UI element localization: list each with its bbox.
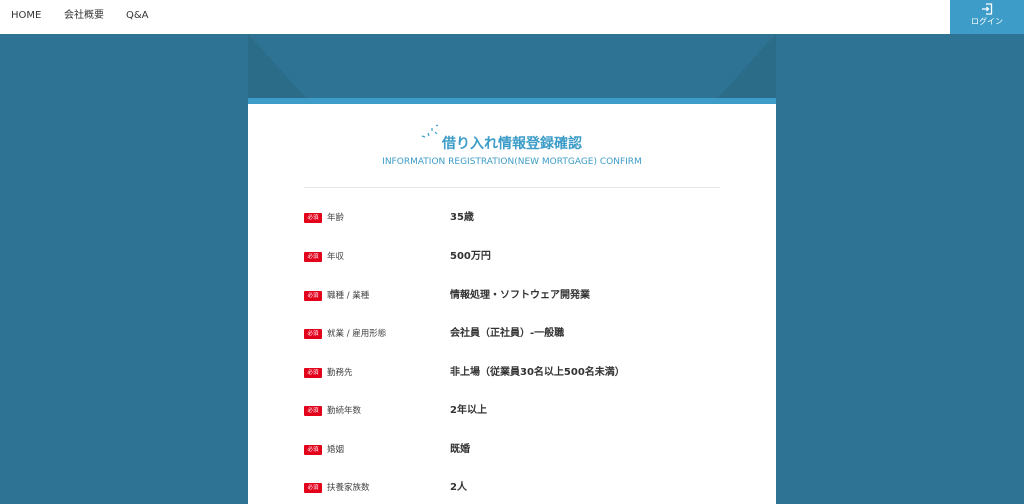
nav-home-link[interactable]: HOME <box>11 0 41 34</box>
field-value-marital: 既婚 <box>450 444 470 455</box>
field-label-tenure: 勤続年数 <box>327 406 362 416</box>
field-row-occupation: 必須 職種 / 業種 情報処理・ソフトウェア開発業 <box>304 289 720 305</box>
field-row-age: 必須 年齢 35歳 <box>304 211 720 227</box>
login-label: ログイン <box>971 17 1003 26</box>
field-label-marital: 婚姻 <box>327 445 345 455</box>
nav-qa-link[interactable]: Q&A <box>126 0 149 34</box>
confirmation-card: 借り入れ情報登録確認 INFORMATION REGISTRATION(NEW … <box>248 104 776 504</box>
nav-company-link[interactable]: 会社概要 <box>64 0 104 34</box>
field-label-employer: 勤務先 <box>327 368 353 378</box>
field-value-age: 35歳 <box>450 212 474 223</box>
field-value-tenure: 2年以上 <box>450 405 487 416</box>
required-badge: 必須 <box>304 445 322 455</box>
field-value-employment: 会社員（正社員）-一般職 <box>450 328 565 339</box>
field-value-occupation: 情報処理・ソフトウェア開発業 <box>450 290 590 301</box>
field-row-employer: 必須 勤務先 非上場（従業員30名以上500名未満） <box>304 366 720 382</box>
required-badge: 必須 <box>304 252 322 262</box>
required-badge: 必須 <box>304 213 322 223</box>
field-label-income: 年収 <box>327 252 345 262</box>
background-shape-left <box>248 34 308 100</box>
field-row-dependents: 必須 扶養家族数 2人 <box>304 481 720 497</box>
field-value-income: 500万円 <box>450 251 491 262</box>
required-badge: 必須 <box>304 368 322 378</box>
field-value-employer: 非上場（従業員30名以上500名未満） <box>450 367 625 378</box>
page-title: 借り入れ情報登録確認 <box>442 136 582 152</box>
field-label-employment: 就業 / 雇用形態 <box>327 329 387 339</box>
field-row-marital: 必須 婚姻 既婚 <box>304 443 720 459</box>
divider <box>304 187 720 188</box>
field-value-dependents: 2人 <box>450 482 467 493</box>
top-nav: HOME 会社概要 Q&A ログイン <box>0 0 1024 34</box>
login-button[interactable]: ログイン <box>950 0 1024 34</box>
page-subtitle: INFORMATION REGISTRATION(NEW MORTGAGE) C… <box>382 157 642 167</box>
required-badge: 必須 <box>304 291 322 301</box>
required-badge: 必須 <box>304 406 322 416</box>
field-label-age: 年齢 <box>327 213 345 223</box>
field-row-income: 必須 年収 500万円 <box>304 250 720 266</box>
field-label-occupation: 職種 / 業種 <box>327 291 370 301</box>
background-shape-right <box>716 34 776 100</box>
required-badge: 必須 <box>304 483 322 493</box>
field-label-dependents: 扶養家族数 <box>327 483 370 493</box>
field-row-employment: 必須 就業 / 雇用形態 会社員（正社員）-一般職 <box>304 327 720 343</box>
required-badge: 必須 <box>304 329 322 339</box>
login-icon <box>982 3 993 15</box>
field-row-tenure: 必須 勤続年数 2年以上 <box>304 404 720 420</box>
